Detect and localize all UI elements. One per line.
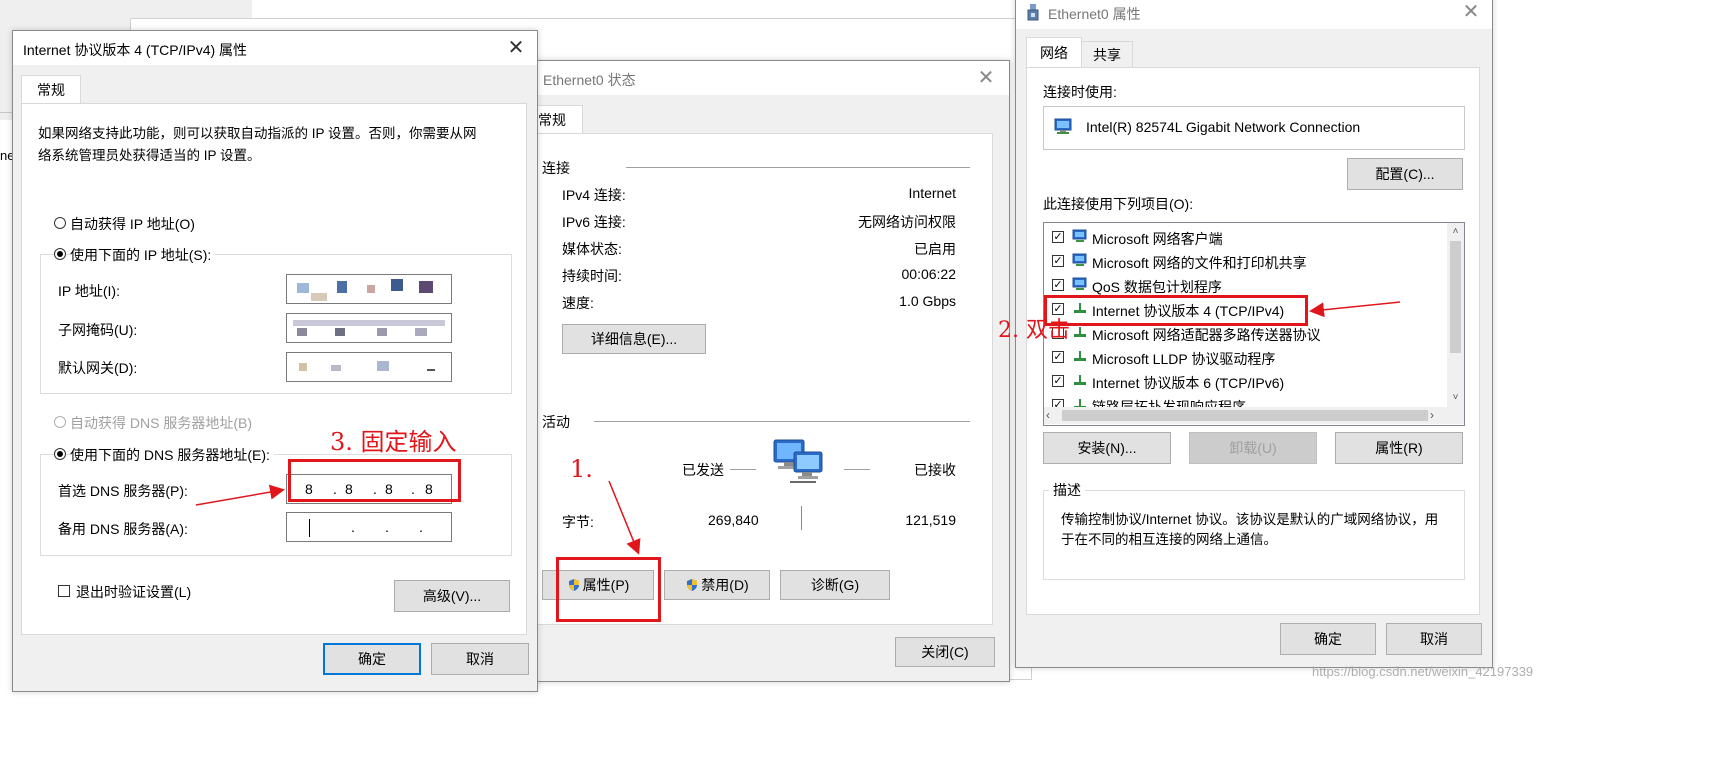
arrow-to-properties — [608, 480, 641, 555]
arrow-to-preferred-dns — [195, 484, 285, 506]
watermark: https://blog.csdn.net/weixin_42197339 — [1312, 664, 1534, 679]
annotation-arrows — [195, 301, 1401, 555]
arrow-to-ipv4-item — [1309, 301, 1401, 318]
